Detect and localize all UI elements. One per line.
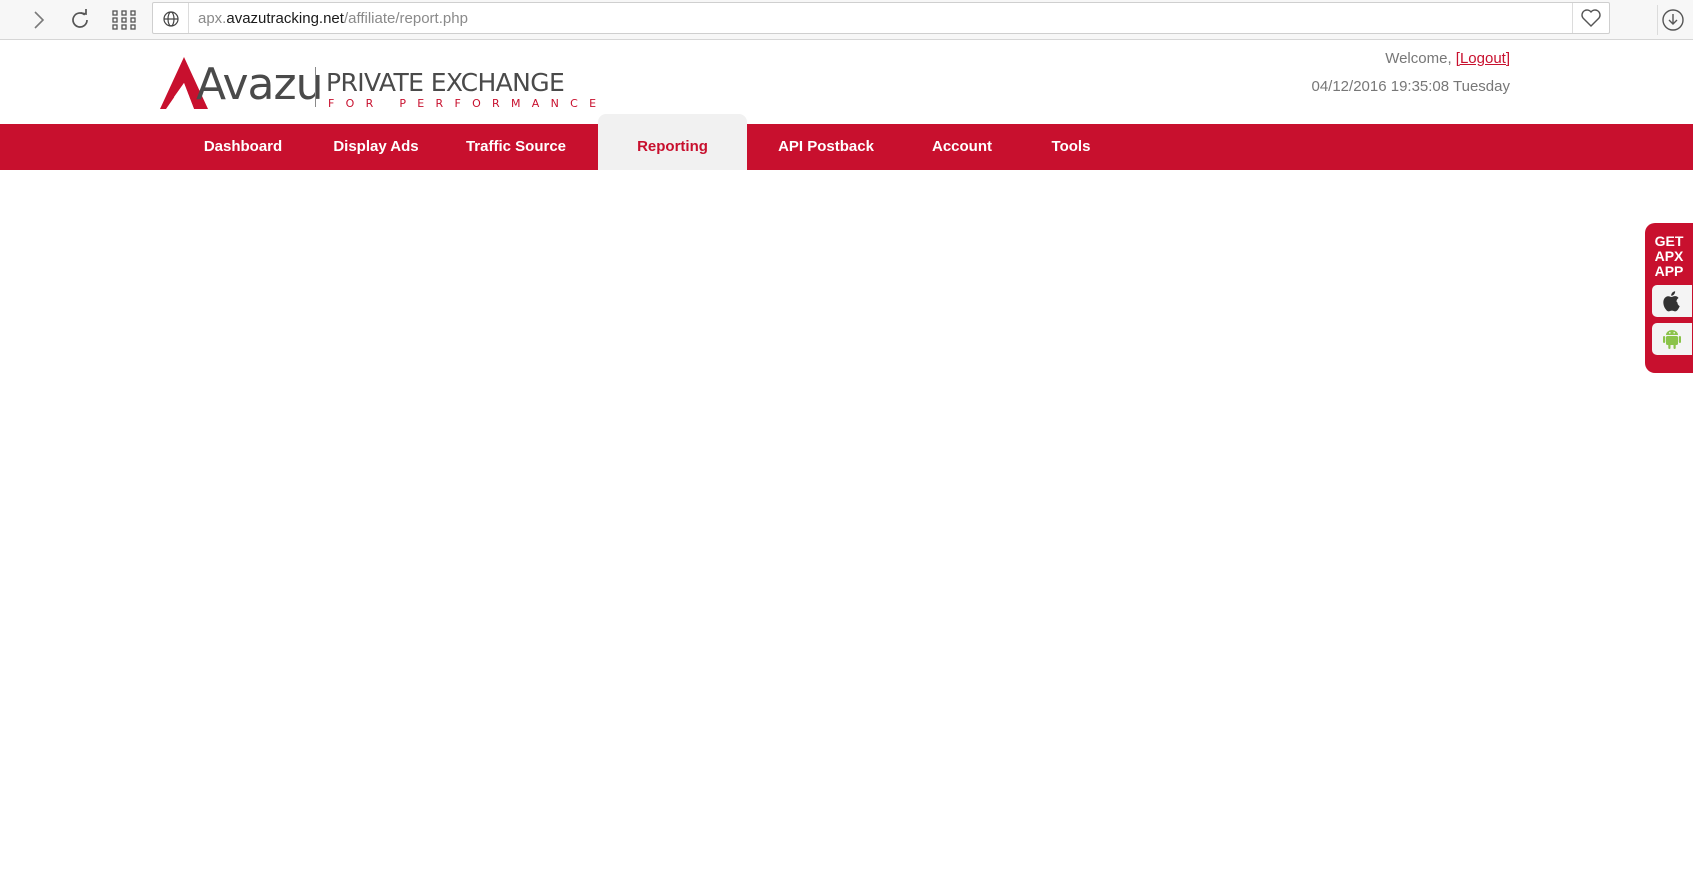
url-domain: avazutracking.net: [226, 10, 344, 27]
logo-title-text: PRIVATE EXCHANGE: [326, 68, 565, 97]
apps-grid-icon[interactable]: [110, 6, 138, 34]
browser-toolbar: apx.avazutracking.net/affiliate/report.p…: [0, 0, 1693, 40]
apple-app-button[interactable]: [1652, 285, 1692, 317]
main-nav: Dashboard Display Ads Traffic Source Rep…: [0, 114, 1693, 170]
logo-separator: [315, 67, 316, 107]
forward-icon[interactable]: [25, 6, 53, 34]
nav-item-api-postback[interactable]: API Postback: [766, 124, 886, 170]
download-icon[interactable]: [1657, 5, 1688, 35]
nav-item-display-ads[interactable]: Display Ads: [316, 124, 436, 170]
welcome-text: Welcome,: [1385, 50, 1456, 67]
get-app-title: GET APX APP: [1654, 233, 1684, 279]
android-app-button[interactable]: [1652, 323, 1692, 355]
logout-link[interactable]: [Logout]: [1456, 50, 1510, 67]
nav-item-dashboard[interactable]: Dashboard: [180, 124, 306, 170]
url-path: /affiliate/report.php: [343, 10, 468, 27]
url-text[interactable]: apx.avazutracking.net/affiliate/report.p…: [198, 10, 468, 27]
android-icon: [1663, 330, 1681, 349]
logo-tagline-text: FOR PERFORMANCE: [328, 97, 608, 110]
datetime-text: 04/12/2016 19:35:08 Tuesday: [1311, 78, 1510, 95]
nav-item-tools[interactable]: Tools: [1036, 124, 1106, 170]
reload-icon[interactable]: [66, 6, 94, 34]
logo-brand-text: Avazu: [196, 59, 324, 110]
get-app-widget: GET APX APP: [1645, 223, 1693, 373]
nav-item-traffic-source[interactable]: Traffic Source: [458, 124, 574, 170]
nav-item-account[interactable]: Account: [912, 124, 1012, 170]
avazu-logo[interactable]: Avazu PRIVATE EXCHANGE FOR PERFORMANCE: [158, 55, 596, 115]
nav-item-reporting[interactable]: Reporting: [598, 114, 747, 170]
apple-icon: [1663, 291, 1680, 312]
heart-icon[interactable]: [1572, 3, 1609, 33]
address-bar[interactable]: apx.avazutracking.net/affiliate/report.p…: [152, 2, 1610, 34]
site-header: Avazu PRIVATE EXCHANGE FOR PERFORMANCE W…: [0, 41, 1693, 124]
url-prefix: apx.: [198, 10, 227, 27]
address-divider: [188, 3, 189, 33]
welcome-line: Welcome, [Logout]: [1385, 50, 1510, 67]
globe-icon: [161, 9, 181, 29]
